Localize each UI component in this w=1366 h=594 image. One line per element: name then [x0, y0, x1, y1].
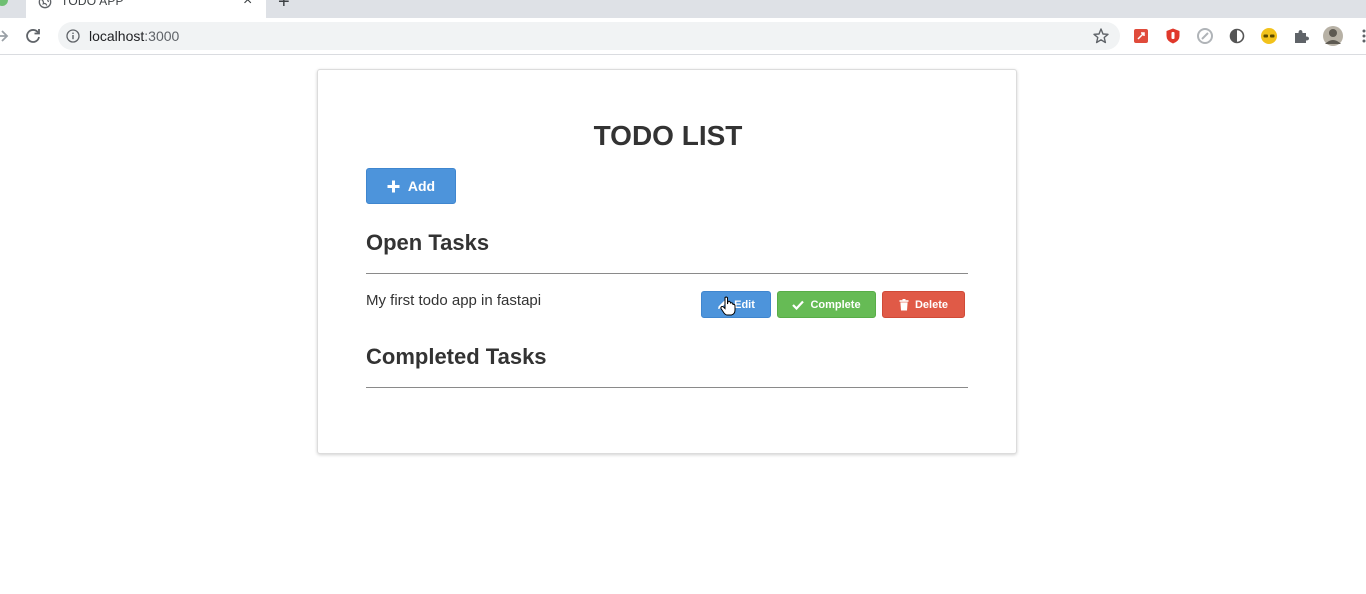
- address-bar[interactable]: localhost:3000: [58, 22, 1120, 50]
- extension-red-shield-icon[interactable]: [1164, 27, 1182, 45]
- browser-toolbar: localhost:3000: [0, 18, 1366, 55]
- extension-dark-circle-icon[interactable]: [1228, 27, 1246, 45]
- url-port: :3000: [144, 28, 180, 44]
- profile-avatar-icon[interactable]: [1322, 25, 1344, 47]
- complete-button-label: Complete: [810, 298, 861, 311]
- task-text: My first todo app in fastapi: [366, 292, 542, 309]
- reload-icon[interactable]: [24, 27, 42, 45]
- add-button-label: Add: [407, 178, 436, 194]
- extension-yellow-glasses-icon[interactable]: [1260, 27, 1278, 45]
- extension-red-square-icon[interactable]: [1132, 27, 1150, 45]
- trash-icon: [899, 298, 909, 310]
- add-task-button[interactable]: Add: [366, 168, 456, 204]
- completed-tasks-heading: Completed Tasks: [366, 344, 547, 369]
- browser-menu-icon[interactable]: [1358, 27, 1366, 45]
- open-tasks-divider: [366, 273, 968, 274]
- info-icon[interactable]: [66, 29, 80, 43]
- completed-tasks-divider: [366, 387, 968, 388]
- tab-close-icon[interactable]: ×: [243, 0, 252, 10]
- globe-icon: [38, 0, 52, 9]
- browser-tabstrip: TODO APP × +: [0, 0, 1366, 18]
- url-text[interactable]: localhost:3000: [89, 28, 179, 44]
- tab-title: TODO APP: [61, 0, 124, 8]
- extensions-puzzle-icon[interactable]: [1292, 27, 1310, 45]
- open-task-row: My first todo app in fastapi Edit Comple…: [366, 289, 968, 319]
- delete-button-label: Delete: [914, 298, 949, 311]
- edit-button-label: Edit: [734, 298, 755, 311]
- bookmark-star-icon[interactable]: [1092, 27, 1110, 45]
- extension-grey-compass-icon[interactable]: [1196, 27, 1214, 45]
- browser-tab-active[interactable]: TODO APP ×: [26, 0, 266, 18]
- previous-tab-edge[interactable]: [0, 0, 8, 6]
- forward-icon[interactable]: [0, 26, 10, 46]
- page-title: TODO LIST: [593, 120, 743, 151]
- pencil-icon: [718, 300, 727, 309]
- delete-button[interactable]: Delete: [882, 291, 965, 318]
- new-tab-icon[interactable]: +: [278, 0, 290, 14]
- url-host: localhost: [89, 28, 145, 44]
- edit-button[interactable]: Edit: [701, 291, 771, 318]
- complete-button[interactable]: Complete: [777, 291, 876, 318]
- check-icon: [792, 300, 805, 310]
- open-tasks-heading: Open Tasks: [366, 230, 490, 255]
- todo-card: TODO LIST Add Open Tasks My first todo a…: [317, 69, 1017, 454]
- plus-icon: [387, 180, 400, 192]
